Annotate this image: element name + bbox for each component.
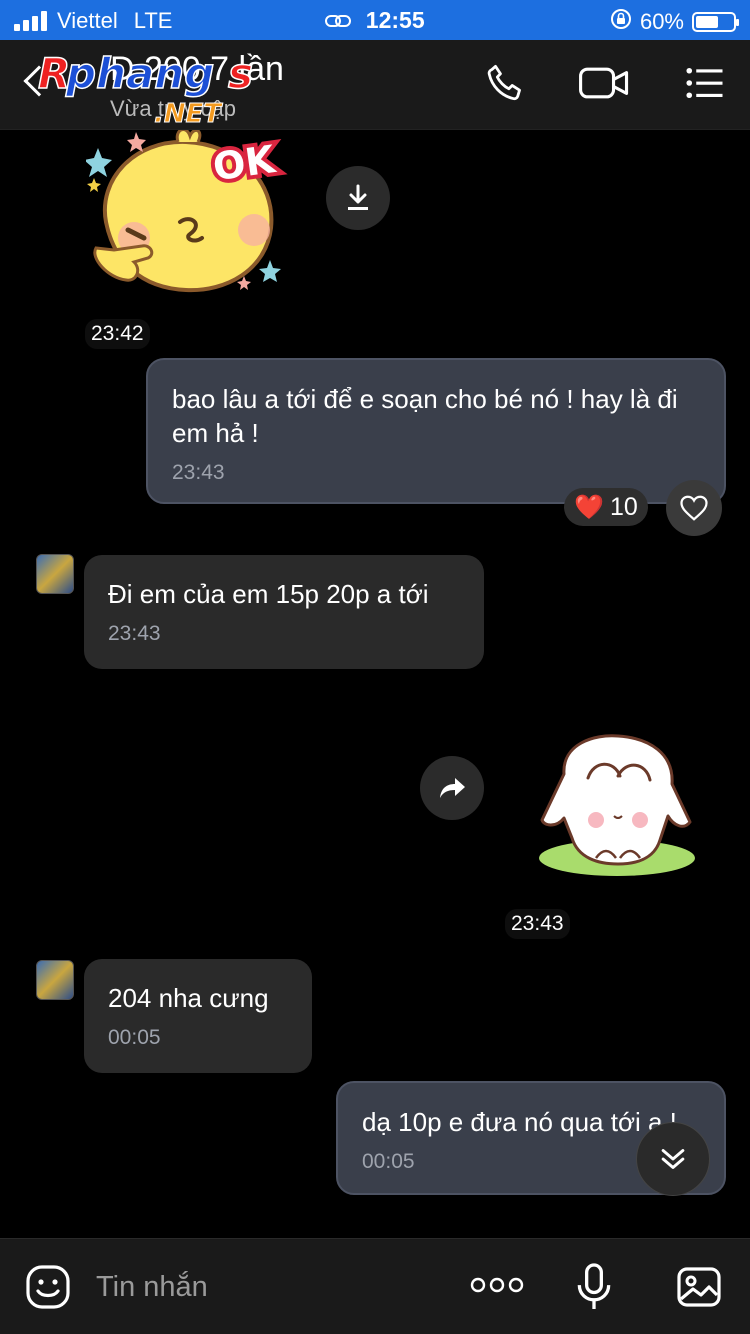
- share-icon[interactable]: [420, 756, 484, 820]
- message-time: 00:05: [108, 1026, 161, 1049]
- svg-text:phang: phang: [65, 49, 214, 98]
- message-time: 23:43: [108, 622, 161, 645]
- incoming-message[interactable]: 204 nha cưng 00:05: [84, 959, 312, 1073]
- status-time: 12:55: [365, 7, 425, 33]
- more-icon[interactable]: [470, 1273, 524, 1302]
- link-icon: [325, 8, 352, 35]
- status-bar: Viettel LTE 12:55 60%: [0, 0, 750, 40]
- message-text: Đi em của em 15p 20p a tới: [108, 579, 429, 609]
- message-input[interactable]: Tin nhắn: [96, 1271, 208, 1304]
- chat-header: Đ 200 7 lần Vừa truy cập R phang s .NET: [0, 40, 750, 130]
- menu-icon[interactable]: [684, 62, 726, 109]
- svg-text:s: s: [228, 49, 253, 98]
- message-text: 204 nha cưng: [108, 983, 269, 1013]
- status-right: 60%: [610, 8, 739, 36]
- phone-icon[interactable]: [484, 62, 526, 109]
- battery-icon: [692, 12, 739, 32]
- message-time: 23:43: [505, 909, 570, 939]
- video-icon[interactable]: [578, 62, 630, 109]
- heart-reaction-icon: ❤️: [574, 493, 605, 521]
- image-icon[interactable]: [674, 1263, 724, 1316]
- chevron-down-icon[interactable]: [636, 1122, 710, 1196]
- microphone-icon[interactable]: [572, 1261, 616, 1318]
- emoji-icon[interactable]: [24, 1263, 72, 1316]
- reaction-badge[interactable]: ❤️ 10: [564, 488, 648, 526]
- message-list[interactable]: OK 23:42 bao lâu a tới để e soạn cho bé …: [0, 127, 750, 1238]
- message-text: bao lâu a tới để e soạn cho bé nó ! hay …: [172, 384, 678, 448]
- message-time: 23:43: [172, 461, 225, 484]
- svg-text:OK: OK: [210, 137, 279, 189]
- avatar[interactable]: [36, 554, 74, 594]
- rotation-lock-icon: [610, 8, 632, 36]
- message-time: 23:42: [85, 319, 150, 349]
- heart-icon[interactable]: [666, 480, 722, 536]
- incoming-message[interactable]: Đi em của em 15p 20p a tới 23:43: [84, 555, 484, 669]
- bunny-sticker[interactable]: [534, 730, 700, 882]
- outgoing-message[interactable]: bao lâu a tới để e soạn cho bé nó ! hay …: [146, 358, 726, 504]
- svg-text:.NET: .NET: [154, 99, 223, 126]
- battery-fill: [696, 16, 718, 28]
- watermark-logo: R phang s .NET: [37, 48, 254, 126]
- battery-percent: 60%: [639, 9, 684, 34]
- avatar[interactable]: [36, 960, 74, 1000]
- reaction-count: 10: [610, 492, 638, 521]
- download-icon[interactable]: [326, 166, 390, 230]
- ok-chick-sticker[interactable]: OK: [84, 127, 306, 300]
- message-input-bar: Tin nhắn: [0, 1238, 750, 1334]
